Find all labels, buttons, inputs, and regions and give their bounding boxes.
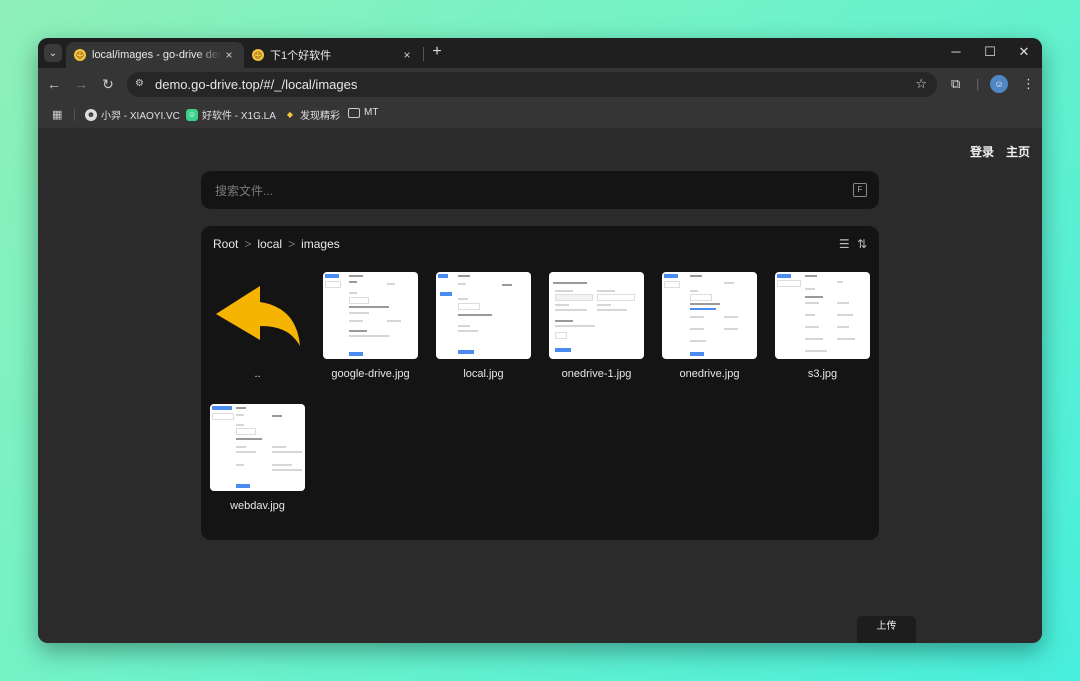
bookmark-label: 好软件 - X1G.LA xyxy=(202,111,276,122)
sort-icon[interactable]: ⇅ xyxy=(857,237,867,251)
address-bar[interactable]: ⚙ demo.go-drive.top/#/_/local/images ☆ xyxy=(127,72,937,97)
bookmarks-bar: ▦ ☻ 小羿 - XIAOYI.VC ☺ 好软件 - X1G.LA ◆ 发现精彩… xyxy=(38,102,1042,129)
file-name: webdav.jpg xyxy=(230,500,285,512)
bookmark-label: 小羿 - XIAOYI.VC xyxy=(101,111,180,122)
file-name: onedrive.jpg xyxy=(679,368,740,380)
search-input[interactable] xyxy=(213,180,817,202)
reload-button[interactable]: ↻ xyxy=(98,76,118,93)
browser-window: ⌄ 😉 local/images - go-drive demo × 😉 下1个… xyxy=(38,38,1042,643)
file-thumbnail xyxy=(662,272,757,359)
tab-search-button[interactable]: ⌄ xyxy=(44,44,62,62)
tab-title: local/images - go-drive demo xyxy=(92,49,222,61)
tab-strip: ⌄ 😉 local/images - go-drive demo × 😉 下1个… xyxy=(38,38,1042,68)
home-link[interactable]: 主页 xyxy=(1006,143,1030,160)
search-bar: F xyxy=(201,171,879,209)
extensions-icon[interactable]: ⧉ xyxy=(951,76,960,92)
file-thumbnail xyxy=(775,272,870,359)
parent-folder-item[interactable]: .. xyxy=(210,272,305,380)
back-button[interactable]: ← xyxy=(44,76,64,92)
bookmark-label: MT xyxy=(364,107,379,118)
file-item[interactable]: onedrive-1.jpg xyxy=(549,272,644,380)
tab-software[interactable]: 😉 下1个好软件 × xyxy=(244,42,422,68)
wink-emoji-favicon-icon: 😉 xyxy=(252,49,264,61)
file-item[interactable]: google-drive.jpg xyxy=(323,272,418,380)
page-content: 登录 主页 F Root > local > images ☰ ⇅ xyxy=(38,129,1042,643)
file-list-panel: Root > local > images ☰ ⇅ .. google-driv… xyxy=(201,226,879,540)
file-name: s3.jpg xyxy=(807,368,838,380)
bookmark-label: 发现精彩 xyxy=(300,111,340,122)
file-item[interactable]: webdav.jpg xyxy=(210,404,305,512)
file-name: onedrive-1.jpg xyxy=(561,368,632,380)
upload-button[interactable]: 上传 xyxy=(857,616,916,643)
bookmark-star-icon[interactable]: ☆ xyxy=(915,76,927,92)
toolbar-divider: | xyxy=(976,76,980,91)
list-view-icon[interactable]: ☰ xyxy=(839,237,850,251)
breadcrumb-images[interactable]: images xyxy=(301,237,340,251)
url-text: demo.go-drive.top/#/_/local/images xyxy=(155,77,358,92)
folder-icon xyxy=(348,107,360,118)
site-settings-icon[interactable]: ⚙ xyxy=(135,78,144,89)
bookmark-xiaoyi[interactable]: ☻ 小羿 - XIAOYI.VC xyxy=(85,107,180,122)
maximize-button[interactable]: ☐ xyxy=(980,44,1000,60)
breadcrumb-root[interactable]: Root xyxy=(213,237,238,251)
bookmark-discover[interactable]: ◆ 发现精彩 xyxy=(284,107,340,122)
bookmarks-divider xyxy=(74,109,75,121)
avatar-favicon-icon: ☻ xyxy=(85,108,97,121)
tab-close-icon[interactable]: × xyxy=(400,48,414,62)
breadcrumb: Root > local > images xyxy=(213,237,340,251)
breadcrumb-local[interactable]: local xyxy=(257,237,282,251)
wink-emoji-favicon-icon: 😉 xyxy=(74,49,86,61)
file-item[interactable]: s3.jpg xyxy=(775,272,870,380)
tab-local-images[interactable]: 😉 local/images - go-drive demo × xyxy=(66,42,244,68)
file-name: local.jpg xyxy=(463,368,504,380)
back-arrow-icon xyxy=(210,272,305,359)
tab-divider xyxy=(423,47,424,61)
smile-favicon-icon: ☺ xyxy=(186,108,198,121)
new-tab-button[interactable]: + xyxy=(428,43,446,61)
tab-close-icon[interactable]: × xyxy=(222,48,236,62)
login-link[interactable]: 登录 xyxy=(970,143,994,160)
file-thumbnail xyxy=(549,272,644,359)
breadcrumb-separator: > xyxy=(288,237,296,251)
file-thumbnail xyxy=(323,272,418,359)
file-item[interactable]: onedrive.jpg xyxy=(662,272,757,380)
file-thumbnail xyxy=(210,404,305,491)
file-thumbnail xyxy=(436,272,531,359)
close-window-button[interactable]: ✕ xyxy=(1014,44,1034,60)
forward-button[interactable]: → xyxy=(71,76,91,92)
minimize-button[interactable]: ─ xyxy=(946,44,966,59)
bookmark-folder-mt[interactable]: MT xyxy=(348,107,378,118)
browser-toolbar: ← → ↻ ⚙ demo.go-drive.top/#/_/local/imag… xyxy=(38,68,1042,102)
tab-title: 下1个好软件 xyxy=(270,50,332,62)
parent-folder-label: .. xyxy=(254,368,261,380)
tag-favicon-icon: ◆ xyxy=(286,110,294,119)
view-controls: ☰ ⇅ xyxy=(839,237,867,251)
file-name: google-drive.jpg xyxy=(331,368,410,380)
menu-kebab-icon[interactable]: ⋮ xyxy=(1022,76,1035,92)
file-item[interactable]: local.jpg xyxy=(436,272,531,380)
keyboard-shortcut-hint: F xyxy=(853,183,867,197)
bookmark-x1g[interactable]: ☺ 好软件 - X1G.LA xyxy=(186,107,276,122)
breadcrumb-separator: > xyxy=(244,237,252,251)
apps-grid-icon[interactable]: ▦ xyxy=(52,108,62,121)
profile-avatar-icon[interactable]: ☺ xyxy=(990,75,1008,93)
